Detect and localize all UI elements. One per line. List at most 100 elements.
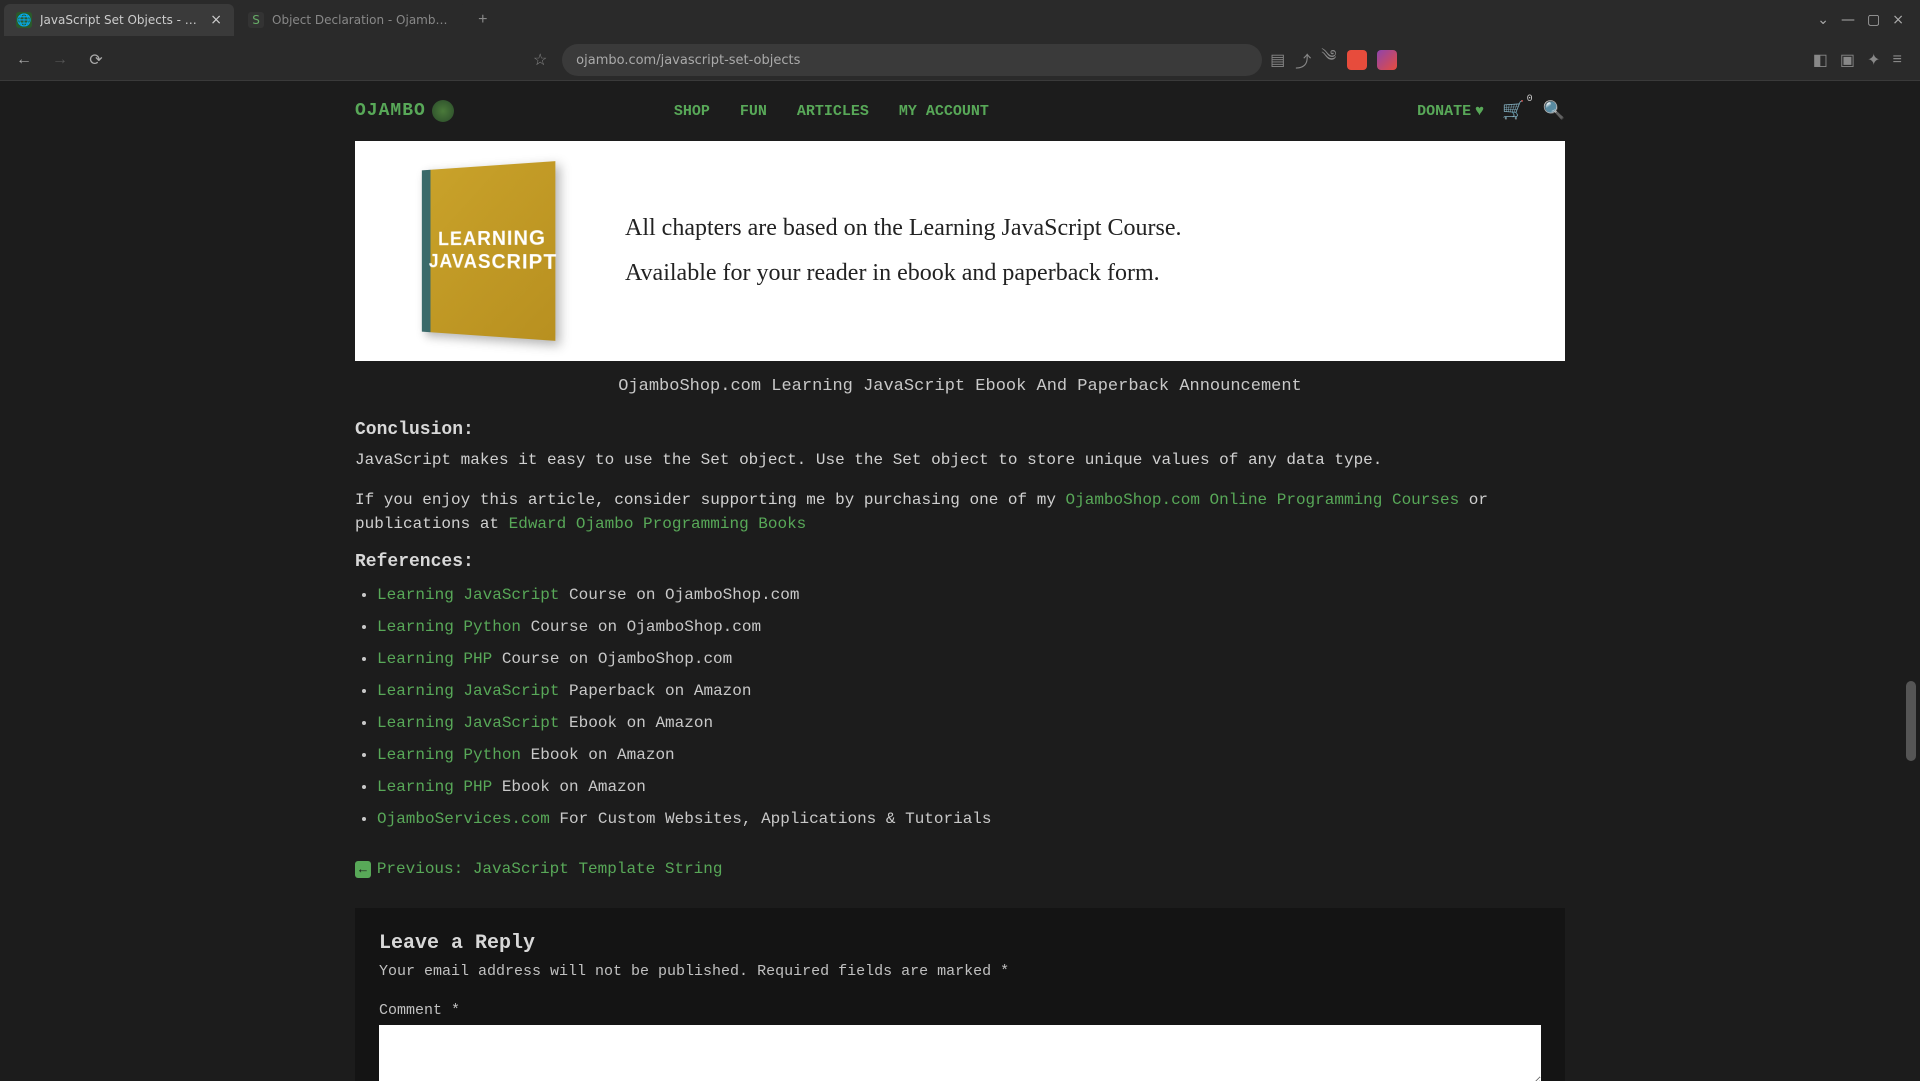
logo-icon <box>432 100 454 122</box>
ref-tail: Ebook on Amazon <box>559 714 713 732</box>
maximize-icon[interactable]: ▢ <box>1867 12 1880 28</box>
donate-button[interactable]: DONATE ♥ <box>1417 103 1484 120</box>
references-list: Learning JavaScript Course on OjamboShop… <box>355 586 1565 828</box>
reply-note: Your email address will not be published… <box>379 963 1541 980</box>
courses-link[interactable]: OjamboShop.com Online Programming Course… <box>1066 491 1460 509</box>
ref-link[interactable]: OjamboServices.com <box>377 810 550 828</box>
tab-inactive[interactable]: S Object Declaration - OjamboSh… <box>236 4 466 36</box>
site-logo[interactable]: OJAMBO <box>355 100 454 122</box>
donate-label: DONATE <box>1417 103 1471 120</box>
ref-link[interactable]: Learning JavaScript <box>377 682 559 700</box>
extension-icon[interactable] <box>1377 50 1397 70</box>
reload-button[interactable]: ⟳ <box>82 46 110 74</box>
new-tab-button[interactable]: + <box>468 11 498 29</box>
window-controls: ⌄ — ▢ × <box>1817 12 1916 28</box>
reply-heading: Leave a Reply <box>379 932 1541 955</box>
logo-text: OJAMBO <box>355 101 426 121</box>
ref-link[interactable]: Learning Python <box>377 618 521 636</box>
menu-icon[interactable]: ≡ <box>1892 51 1902 69</box>
tab-bar: 🌐 JavaScript Set Objects - Oja… × S Obje… <box>0 0 1920 40</box>
panel-icon[interactable]: ▣ <box>1840 50 1855 70</box>
favicon-icon: S <box>248 12 264 28</box>
ref-link[interactable]: Learning Python <box>377 746 521 764</box>
nav-shop[interactable]: SHOP <box>674 103 710 120</box>
site-header: OJAMBO SHOP FUN ARTICLES MY ACCOUNT DONA… <box>0 81 1920 141</box>
reader-icon[interactable]: ▤ <box>1270 50 1285 70</box>
ref-tail: Course on OjamboShop.com <box>521 618 761 636</box>
sparkle-icon[interactable]: ✦ <box>1867 50 1880 70</box>
list-item: OjamboServices.com For Custom Websites, … <box>377 810 1565 828</box>
rss-icon[interactable]: ༄ <box>1321 38 1336 83</box>
browser-chrome: 🌐 JavaScript Set Objects - Oja… × S Obje… <box>0 0 1920 81</box>
nav-fun[interactable]: FUN <box>740 103 767 120</box>
close-window-icon[interactable]: × <box>1892 12 1904 28</box>
book-image: LEARNING JAVASCRIPT <box>375 161 595 341</box>
announcement-line1: All chapters are based on the Learning J… <box>625 215 1181 242</box>
required-star: * <box>1000 963 1009 980</box>
url-bar[interactable]: ojambo.com/javascript-set-objects <box>562 44 1262 76</box>
list-item: Learning PHP Ebook on Amazon <box>377 778 1565 796</box>
right-toolbar: ◧ ▣ ✦ ≡ <box>1813 50 1910 70</box>
image-caption: OjamboShop.com Learning JavaScript Ebook… <box>355 377 1565 396</box>
heart-icon: ♥ <box>1475 103 1484 120</box>
ref-link[interactable]: Learning JavaScript <box>377 714 559 732</box>
article-content: LEARNING JAVASCRIPT All chapters are bas… <box>335 141 1585 1081</box>
reply-note-a: Your email address will not be published… <box>379 963 748 980</box>
sidebar-icon[interactable]: ◧ <box>1813 50 1828 70</box>
forward-button[interactable]: → <box>46 46 74 74</box>
tab-title: Object Declaration - OjamboSh… <box>272 13 454 27</box>
toolbar: ← → ⟳ ☆ ojambo.com/javascript-set-object… <box>0 40 1920 80</box>
cart-count: 0 <box>1527 94 1533 105</box>
announcement-line2: Available for your reader in ebook and p… <box>625 260 1181 287</box>
references-heading: References: <box>355 552 1565 572</box>
conclusion-heading: Conclusion: <box>355 420 1565 440</box>
ref-tail: Ebook on Amazon <box>521 746 675 764</box>
ref-link[interactable]: Learning JavaScript <box>377 586 559 604</box>
ref-link[interactable]: Learning PHP <box>377 778 492 796</box>
support-pre: If you enjoy this article, consider supp… <box>355 491 1066 509</box>
announcement-banner: LEARNING JAVASCRIPT All chapters are bas… <box>355 141 1565 361</box>
url-text: ojambo.com/javascript-set-objects <box>576 53 800 68</box>
arrow-left-icon: ← <box>355 861 371 878</box>
books-link[interactable]: Edward Ojambo Programming Books <box>509 515 807 533</box>
ref-tail: Course on OjamboShop.com <box>492 650 732 668</box>
ref-tail: Ebook on Amazon <box>492 778 646 796</box>
back-button[interactable]: ← <box>10 46 38 74</box>
main-nav: SHOP FUN ARTICLES MY ACCOUNT <box>674 103 989 120</box>
list-item: Learning Python Course on OjamboShop.com <box>377 618 1565 636</box>
dropdown-icon[interactable]: ⌄ <box>1817 12 1829 28</box>
reply-note-b: Required fields are marked <box>757 963 1000 980</box>
shield-extension-icon[interactable] <box>1347 50 1367 70</box>
cart-button[interactable]: 🛒0 <box>1502 100 1524 122</box>
support-text: If you enjoy this article, consider supp… <box>355 488 1565 536</box>
previous-post-link[interactable]: ← Previous: JavaScript Template String <box>355 860 722 878</box>
share-icon[interactable]: ⤴ <box>1295 48 1311 72</box>
list-item: Learning Python Ebook on Amazon <box>377 746 1565 764</box>
comment-textarea[interactable] <box>379 1025 1541 1081</box>
conclusion-text: JavaScript makes it easy to use the Set … <box>355 448 1565 472</box>
bookmark-icon[interactable]: ☆ <box>526 46 554 74</box>
list-item: Learning JavaScript Ebook on Amazon <box>377 714 1565 732</box>
favicon-icon: 🌐 <box>16 12 32 28</box>
minimize-icon[interactable]: — <box>1841 12 1855 28</box>
scroll-thumb[interactable] <box>1906 681 1916 761</box>
close-icon[interactable]: × <box>210 12 222 28</box>
page-viewport: OJAMBO SHOP FUN ARTICLES MY ACCOUNT DONA… <box>0 81 1920 1081</box>
ref-tail: For Custom Websites, Applications & Tuto… <box>550 810 992 828</box>
list-item: Learning JavaScript Paperback on Amazon <box>377 682 1565 700</box>
search-icon[interactable]: 🔍 <box>1543 100 1565 122</box>
toolbar-icons: ▤ ⤴ ༄ <box>1270 38 1396 83</box>
ref-tail: Course on OjamboShop.com <box>559 586 799 604</box>
tab-active[interactable]: 🌐 JavaScript Set Objects - Oja… × <box>4 4 234 36</box>
nav-my-account[interactable]: MY ACCOUNT <box>899 103 989 120</box>
list-item: Learning JavaScript Course on OjamboShop… <box>377 586 1565 604</box>
ref-link[interactable]: Learning PHP <box>377 650 492 668</box>
book-title-line2: JAVASCRIPT <box>429 251 558 275</box>
reply-section: Leave a Reply Your email address will no… <box>355 908 1565 1081</box>
comment-label-text: Comment <box>379 1002 451 1019</box>
list-item: Learning PHP Course on OjamboShop.com <box>377 650 1565 668</box>
previous-label: Previous: JavaScript Template String <box>377 860 723 878</box>
scrollbar[interactable] <box>1904 81 1918 1081</box>
ref-tail: Paperback on Amazon <box>559 682 751 700</box>
nav-articles[interactable]: ARTICLES <box>797 103 869 120</box>
